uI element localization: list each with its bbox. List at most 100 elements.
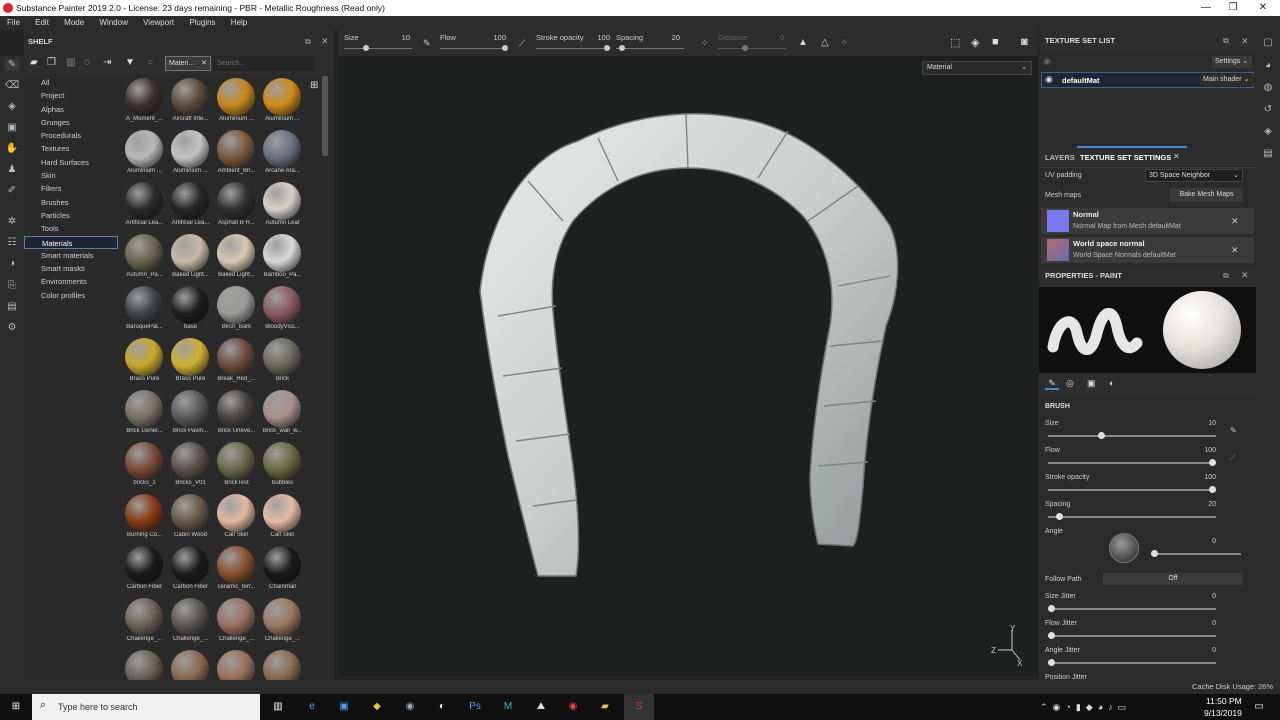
material-thumbnail[interactable]: Ambient_Bri... [214, 128, 259, 180]
material-thumbnail[interactable]: Bricks_V01 [168, 440, 213, 492]
environment-icon[interactable]: ◍ [1262, 82, 1274, 94]
material-thumbnail[interactable]: bubbles [260, 440, 305, 492]
shelf-category-skin[interactable]: Skin [24, 169, 118, 182]
remove-map-icon[interactable]: ✕ [1231, 245, 1239, 256]
screenshot-icon[interactable]: ◙ [1021, 36, 1028, 48]
shelf-category-environments[interactable]: Environments [24, 275, 118, 288]
material-thumbnail[interactable]: Autumn_Pa... [122, 232, 167, 284]
shelf-category-smart-masks[interactable]: Smart masks [24, 262, 118, 275]
hide-icon[interactable]: ◌ [84, 57, 90, 68]
pen-pressure-icon[interactable]: ✎ [1230, 426, 1237, 435]
size-knob[interactable] [363, 45, 369, 51]
filter-icon[interactable]: ▼ [125, 57, 135, 68]
texture-set-row[interactable]: ◉ defaultMat Main shader ⌄ [1041, 72, 1254, 88]
video-icon[interactable]: ■ [992, 36, 999, 48]
smudge-icon[interactable]: ✋ [5, 143, 19, 155]
flow-jitter-slider[interactable] [1048, 632, 1216, 639]
follow-path-toggle[interactable]: Off [1103, 573, 1243, 585]
mesh-map-world-space-normal[interactable]: World space normal World Space Normals d… [1041, 237, 1254, 263]
camera-frame-icon[interactable]: ⬚ [950, 36, 960, 49]
app-icon[interactable]: ◉ [403, 700, 417, 714]
lazy-mouse-icon[interactable]: ⁘ [701, 38, 709, 49]
shelf-category-brushes[interactable]: Brushes [24, 196, 118, 209]
shelf-category-materials[interactable]: Materials [24, 235, 118, 249]
viewport-mode-select[interactable]: Material ⌄ [922, 61, 1032, 75]
material-thumbnail[interactable]: Brick Uneve... [214, 388, 259, 440]
task-view-icon[interactable]: ▥ [271, 700, 285, 714]
menu-help[interactable]: Help [231, 16, 247, 30]
maximize-button[interactable]: ❐ [1218, 0, 1248, 16]
pen-pressure-icon[interactable]: ✎ [423, 38, 431, 49]
material-thumbnail[interactable]: Cabin Wood [168, 492, 213, 544]
tab-texture-set-settings[interactable]: TEXTURE SET SETTINGS [1080, 153, 1171, 162]
edge-browser-icon[interactable]: e [305, 700, 319, 714]
3d-viewport[interactable]: Material ⌄ Y Z X [338, 56, 1038, 676]
material-thumbnail[interactable]: Asphalt B R... [214, 180, 259, 232]
alpha-tab-icon[interactable]: ◎ [1066, 378, 1074, 389]
stroke-opacity-knob[interactable] [604, 45, 610, 51]
log-icon[interactable]: ▤ [1262, 148, 1274, 160]
shelf-category-hard-surfaces[interactable]: Hard Surfaces [24, 156, 118, 169]
menu-mode[interactable]: Mode [64, 16, 84, 30]
size-track[interactable] [344, 48, 412, 49]
texture-set-icon[interactable]: ▢ [1262, 37, 1274, 49]
pen-pressure-icon[interactable]: ⟋ [519, 38, 525, 49]
settings-dropdown[interactable]: Settings ⌄ [1212, 56, 1252, 68]
material-thumbnail[interactable]: BaroquePat... [122, 284, 167, 336]
undock-icon[interactable]: ⧉ [305, 37, 311, 47]
undock-icon[interactable]: ⧉ [1223, 271, 1229, 281]
material-thumbnail[interactable]: Brass Pure [122, 336, 167, 388]
clone-icon[interactable]: ♟ [5, 164, 19, 176]
material-thumbnail[interactable]: Bamboo_Pa... [260, 232, 305, 284]
notifications-icon[interactable]: ▭ [1252, 700, 1266, 714]
spacing-track[interactable] [616, 48, 684, 49]
brush-angle-slider[interactable] [1151, 550, 1241, 557]
shader-dropdown[interactable]: Main shader ⌄ [1200, 74, 1254, 86]
material-thumbnail[interactable]: Artificial Lea... [122, 180, 167, 232]
shelf-search-input[interactable] [213, 56, 313, 71]
ps-icon[interactable]: ⎘ [5, 280, 19, 292]
symmetry-mirror-icon[interactable]: △ [821, 37, 829, 48]
material-thumbnail[interactable]: Brick_wall_w... [260, 388, 305, 440]
size-jitter-slider[interactable] [1048, 605, 1216, 612]
windows-start-icon[interactable]: ⊞ [9, 700, 23, 714]
material-thumbnail[interactable]: Break_Red_... [214, 336, 259, 388]
tab-layers[interactable]: LAYERS [1045, 153, 1075, 162]
shelf-scrollbar[interactable] [322, 76, 328, 156]
material-thumbnail[interactable]: Challenge_... [168, 596, 213, 648]
substance-painter-taskbar-button[interactable]: S [624, 694, 654, 720]
material-thumbnail[interactable]: Calf Skin [214, 492, 259, 544]
align-icon[interactable]: ⟡ [841, 37, 848, 48]
shelf-category-all[interactable]: All [24, 76, 118, 89]
stroke-opacity-track[interactable] [536, 48, 610, 49]
material-thumbnail[interactable]: Brick [260, 336, 305, 388]
file-explorer-icon[interactable]: ▰ [598, 700, 612, 714]
menu-plugins[interactable]: Plugins [189, 16, 215, 30]
material-thumbnail[interactable]: Aircraft Inte... [168, 76, 213, 128]
shelf-category-particles[interactable]: Particles [24, 209, 118, 222]
brush-stroke-opacity-slider[interactable] [1048, 486, 1216, 493]
chrome-icon[interactable]: ◉ [566, 700, 580, 714]
brush-size-slider[interactable] [1048, 432, 1216, 439]
flow-knob[interactable] [502, 45, 508, 51]
store-icon[interactable]: ▣ [337, 700, 351, 714]
material-thumbnail[interactable]: Chainmail [260, 544, 305, 596]
brush-tab-icon[interactable]: ✎ [1045, 378, 1059, 390]
eye-icon[interactable]: ◉ [1043, 56, 1051, 67]
size-jitter-knob[interactable] [1048, 605, 1055, 612]
flow-track[interactable] [440, 48, 508, 49]
material-thumbnail[interactable]: Brick Pavin... [168, 388, 213, 440]
material-thumbnail[interactable]: Aluminium ... [122, 128, 167, 180]
mari-icon[interactable]: M [501, 700, 515, 714]
app-icon[interactable]: ⛰ [534, 700, 548, 714]
app-icon[interactable]: ◐ [435, 700, 449, 714]
export-icon[interactable]: ▤ [5, 301, 19, 313]
material-thumbnail[interactable]: base [168, 284, 213, 336]
material-thumbnail[interactable]: Autumn Leaf [260, 180, 305, 232]
projection-icon[interactable]: ◈ [5, 101, 19, 113]
material-thumbnail[interactable]: Carbon Fiber [168, 544, 213, 596]
shelf-category-grunges[interactable]: Grunges [24, 116, 118, 129]
angle-jitter-knob[interactable] [1048, 659, 1055, 666]
paint-brush-icon[interactable]: ✎ [5, 59, 19, 71]
history-icon[interactable]: ↺ [1262, 104, 1274, 116]
